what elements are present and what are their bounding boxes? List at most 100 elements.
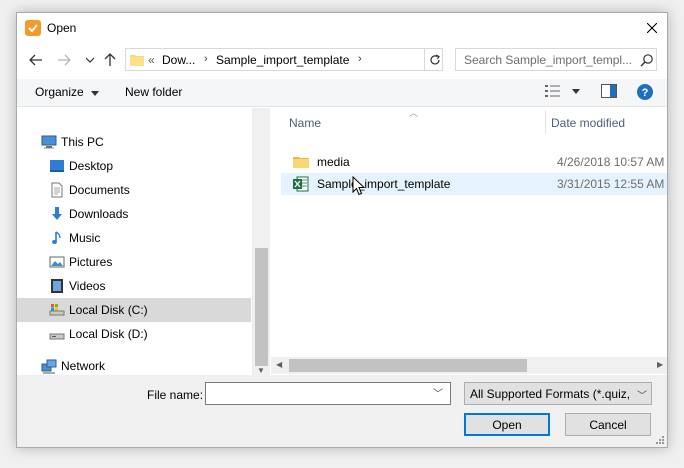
file-name-label: File name: <box>147 388 204 402</box>
sidebar-item-desktop[interactable]: Desktop <box>17 154 251 178</box>
sidebar-item-label: Network <box>61 359 106 373</box>
chevron-right-icon[interactable]: › <box>358 53 362 65</box>
file-date: 3/31/2015 12:55 AM <box>557 177 665 191</box>
folder-icon <box>130 55 144 66</box>
sidebar-item-label: Downloads <box>69 207 129 221</box>
desktop-icon <box>50 160 64 172</box>
recent-locations-button[interactable] <box>81 51 99 69</box>
pictures-icon <box>49 256 65 268</box>
sidebar-item-this-pc[interactable]: This PC <box>17 130 251 154</box>
sidebar-item-music[interactable]: Music <box>17 226 251 250</box>
file-row-media[interactable]: media 4/26/2018 10:57 AM <box>281 151 667 173</box>
column-headers: ︿ Name Date modified <box>271 108 667 136</box>
drive-icon <box>49 333 65 340</box>
navigation-pane: This PC Desktop Documents Downloads Musi… <box>17 108 253 378</box>
sidebar-item-label: Desktop <box>69 159 114 173</box>
organize-button[interactable]: Organize <box>35 85 100 99</box>
scrollbar-thumb[interactable] <box>289 359 527 372</box>
file-name: Sample_import_template <box>317 177 451 191</box>
file-type-value: All Supported Formats (*.quiz, * <box>470 387 632 401</box>
address-segment-current[interactable]: Sample_import_template <box>216 53 349 67</box>
navigation-bar: « Dow... › Sample_import_template › Sear… <box>17 43 667 79</box>
close-icon <box>647 23 657 33</box>
open-button[interactable]: Open <box>464 413 550 436</box>
window-title: Open <box>47 21 77 35</box>
up-button[interactable] <box>101 51 119 69</box>
sidebar-item-local-disk-c[interactable]: Local Disk (C:) <box>17 298 251 322</box>
column-header-date-modified[interactable]: Date modified <box>551 116 625 130</box>
cancel-button[interactable]: Cancel <box>565 413 651 436</box>
sidebar-item-label: Videos <box>69 279 106 293</box>
sidebar-item-label: Pictures <box>69 255 113 269</box>
sidebar-item-label: This PC <box>61 135 104 149</box>
downloads-icon <box>52 207 62 220</box>
sidebar-item-downloads[interactable]: Downloads <box>17 202 251 226</box>
sidebar-item-videos[interactable]: Videos <box>17 274 251 298</box>
search-icon <box>640 54 653 67</box>
scroll-left-arrow-icon[interactable]: ◀ <box>276 360 282 369</box>
caret-down-icon <box>572 89 581 94</box>
file-list: ︿ Name Date modified media 4/26/2018 10:… <box>271 108 667 364</box>
drive-icon <box>49 304 65 316</box>
new-folder-button[interactable]: New folder <box>125 85 182 99</box>
navigation-scrollbar[interactable]: ▼ <box>253 108 270 378</box>
sidebar-item-pictures[interactable]: Pictures <box>17 250 251 274</box>
address-overflow[interactable]: « <box>148 53 155 67</box>
documents-icon <box>51 182 63 198</box>
sidebar-item-label: Local Disk (D:) <box>69 327 148 341</box>
chevron-down-icon[interactable]: ﹀ <box>433 385 443 400</box>
refresh-icon <box>429 53 440 64</box>
file-type-select[interactable]: All Supported Formats (*.quiz, * ﹀ <box>464 382 652 405</box>
chevron-right-icon[interactable]: › <box>204 53 208 65</box>
videos-icon <box>51 279 63 293</box>
dialog-footer: File name: ﹀ All Supported Formats (*.qu… <box>17 375 667 447</box>
sidebar-item-label: Local Disk (C:) <box>69 303 148 317</box>
music-icon <box>52 231 61 244</box>
sidebar-item-label: Documents <box>69 183 130 197</box>
column-header-name[interactable]: Name <box>289 116 321 130</box>
scrollbar-thumb[interactable] <box>255 248 268 366</box>
help-icon: ? <box>637 84 653 100</box>
sidebar-item-label: Music <box>69 231 101 245</box>
scroll-right-arrow-icon[interactable]: ▶ <box>657 360 663 369</box>
address-bar[interactable]: « Dow... › Sample_import_template › <box>125 48 443 71</box>
back-arrow-icon <box>29 54 42 66</box>
view-options-button[interactable] <box>545 84 581 102</box>
app-icon <box>25 20 41 36</box>
up-arrow-icon <box>104 53 116 66</box>
folder-icon <box>293 157 309 168</box>
address-segment-downloads[interactable]: Dow... <box>162 53 195 67</box>
search-input[interactable]: Search Sample_import_templ... <box>455 48 657 71</box>
search-placeholder: Search Sample_import_templ... <box>464 53 633 67</box>
details-view-icon <box>545 85 560 97</box>
excel-icon <box>293 176 309 192</box>
chevron-down-icon <box>86 57 94 63</box>
preview-pane-button[interactable] <box>601 84 617 102</box>
network-icon <box>41 359 57 374</box>
close-button[interactable] <box>637 13 667 43</box>
sort-arrow-icon: ︿ <box>409 108 419 118</box>
mouse-cursor-icon <box>352 176 366 196</box>
file-list-horizontal-scrollbar[interactable]: ◀ ▶ <box>271 357 667 374</box>
open-dialog: Open « Dow... › Sample_import_template ›… <box>16 12 668 448</box>
sidebar-item-documents[interactable]: Documents <box>17 178 251 202</box>
chevron-down-icon: ﹀ <box>637 391 647 402</box>
title-bar: Open <box>17 13 667 43</box>
file-name: media <box>317 155 350 169</box>
back-button[interactable] <box>27 51 45 69</box>
command-bar: Organize New folder ? <box>17 79 667 107</box>
refresh-button[interactable] <box>424 49 444 70</box>
file-name-input[interactable] <box>205 382 451 405</box>
file-row-sample-import-template[interactable]: Sample_import_template 3/31/2015 12:55 A… <box>281 173 667 195</box>
help-button[interactable]: ? <box>637 84 653 102</box>
resize-grip-icon[interactable] <box>653 435 665 445</box>
column-divider[interactable] <box>545 110 546 134</box>
sidebar-item-local-disk-d[interactable]: Local Disk (D:) <box>17 322 251 346</box>
file-date: 4/26/2018 10:57 AM <box>557 155 665 169</box>
caret-down-icon <box>91 91 100 96</box>
forward-button[interactable] <box>55 51 73 69</box>
forward-arrow-icon <box>58 54 71 66</box>
computer-icon <box>41 135 57 149</box>
scroll-down-arrow-icon[interactable]: ▼ <box>257 366 265 375</box>
svg-text:?: ? <box>642 87 649 99</box>
